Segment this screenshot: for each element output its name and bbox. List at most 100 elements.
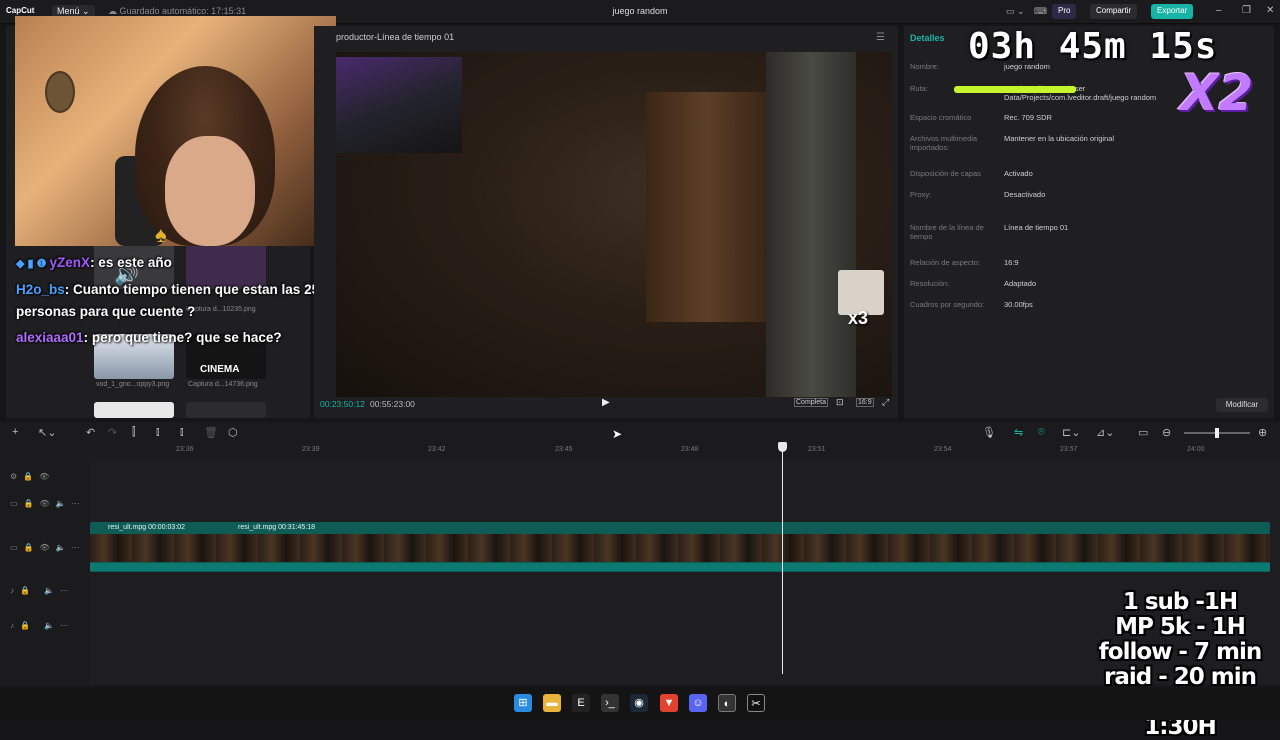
steam-icon[interactable]: ◉ <box>630 694 648 712</box>
current-timecode: 00:23:50:12 <box>320 399 365 409</box>
pineapple-icon: ♠ <box>155 222 167 247</box>
add-icon[interactable]: + <box>12 426 18 438</box>
chat-user: H2o_bs <box>16 282 65 297</box>
layout-icon[interactable]: ▭ ⌄ <box>1006 6 1025 17</box>
goal-line: 1 sub -1H <box>1122 589 1238 615</box>
detail-value: Mantener en la ubicación original <box>1004 134 1115 143</box>
quality-select[interactable]: Completa <box>794 398 828 407</box>
detail-value: Desactivado <box>1004 190 1046 199</box>
zoom-out-icon[interactable]: ⊖ <box>1162 426 1171 439</box>
epic-games-icon[interactable]: E <box>572 694 590 712</box>
terminal-icon[interactable]: ›_ <box>601 694 619 712</box>
keyboard-icon[interactable]: ⌨ <box>1034 6 1047 17</box>
pro-button[interactable]: Pro <box>1052 4 1077 19</box>
windows-start-icon[interactable]: ⊞ <box>514 694 532 712</box>
brave-icon[interactable]: ▼ <box>660 694 678 712</box>
ruler-tick: 23:51 <box>808 446 826 453</box>
detail-value: Línea de tiempo 01 <box>1004 223 1069 232</box>
badge-icons: ◆ ▮ ❶ <box>16 258 50 270</box>
detail-label: Resolución: <box>910 279 950 288</box>
clip-label: resi_ult.mpg 00:31:45:18 <box>238 524 316 531</box>
pro-label: Pro <box>1058 6 1071 15</box>
ruler-tick: 24:00 <box>1187 446 1205 453</box>
share-button[interactable]: Compartir <box>1090 4 1138 19</box>
detail-label: Nombre de la línea de tiempo <box>910 223 984 241</box>
caption-icon[interactable]: ▭ <box>1138 426 1148 439</box>
mouse-cursor-icon: ➤ <box>612 427 623 441</box>
obs-icon[interactable]: ◐ <box>718 694 736 712</box>
detail-label: Disposición de capas <box>910 169 981 178</box>
chat-message: alexiaaa01: pero que tiene? que se hace? <box>16 327 334 349</box>
magnet-icon[interactable]: ⌾ <box>1038 426 1045 439</box>
ruler-tick: 23:42 <box>428 446 446 453</box>
track-controls[interactable]: ♪🔒 🔈⋯ <box>10 586 74 595</box>
pineapple-decor <box>45 71 75 113</box>
ruler-tick: 23:39 <box>302 446 320 453</box>
webcam-overlay <box>15 16 336 246</box>
redo-icon[interactable]: ↷ <box>108 426 117 439</box>
track-controls[interactable]: ♪🔒 🔈⋯ <box>10 621 74 630</box>
split-left-icon[interactable]: ⫾ <box>156 426 160 439</box>
media-thumb[interactable] <box>94 402 174 418</box>
detail-value: 16:9 <box>1004 258 1019 267</box>
ruler-tick: 23:45 <box>555 446 573 453</box>
detail-value: 30.00fps <box>1004 300 1033 309</box>
discord-icon[interactable]: ☺ <box>689 694 707 712</box>
share-label: Compartir <box>1096 6 1132 15</box>
green-highlight <box>954 86 1076 93</box>
chat-message: ◆ ▮ ❶ yZenX: es este año <box>16 252 334 275</box>
marker-icon[interactable]: ⬡ <box>228 426 238 439</box>
export-label: Exportar <box>1157 6 1188 15</box>
preview-axis-icon[interactable]: ⊿⌄ <box>1096 426 1114 439</box>
video-pillar <box>766 52 856 397</box>
undo-icon[interactable]: ↶ <box>86 426 95 439</box>
close-icon[interactable]: ✕ <box>1266 5 1274 16</box>
split-icon[interactable]: ⫿ <box>132 426 136 439</box>
chat-message: H2o_bs: Cuanto tiempo tienen que estan l… <box>16 279 334 323</box>
restore-icon[interactable]: ❐ <box>1242 5 1251 16</box>
fullscreen-icon[interactable]: ⤢ <box>882 397 889 408</box>
track-controls[interactable]: ▭🔒👁🔈⋯ <box>10 543 86 552</box>
player-panel: productor-Línea de tiempo 01 ☰ x3 00:23:… <box>314 26 898 418</box>
chat-text: : es este año <box>90 255 172 270</box>
media-thumb[interactable] <box>186 402 266 418</box>
tab-details[interactable]: Detalles <box>910 33 945 43</box>
track-controls[interactable]: ⚙🔒👁 <box>10 472 55 481</box>
video-preview[interactable]: x3 <box>336 52 892 397</box>
capcut-icon[interactable]: ✂ <box>747 694 765 712</box>
playhead-handle[interactable] <box>778 442 787 452</box>
link-icon[interactable]: ⇋ <box>1014 426 1023 439</box>
minimize-icon[interactable]: – <box>1216 5 1222 16</box>
playhead[interactable] <box>782 442 783 674</box>
ratio-select[interactable]: 16:9 <box>856 398 874 407</box>
file-explorer-icon[interactable]: ▬ <box>543 694 561 712</box>
split-right-icon[interactable]: ⫾ <box>180 426 184 439</box>
track-controls[interactable]: ▭🔒👁🔈⋯ <box>10 499 86 508</box>
detail-label: Cuadros por segundo: <box>910 300 985 309</box>
detail-label: Proxy: <box>910 190 932 199</box>
mic-icon[interactable]: 🎙 <box>982 426 996 439</box>
clip-label: resi_ult.mpg 00:00:03:02 <box>108 524 186 531</box>
x3-label: x3 <box>848 308 869 328</box>
screenshot-icon[interactable]: ⊡ <box>836 397 844 408</box>
clip-filmstrip[interactable] <box>90 534 1270 562</box>
zoom-slider-handle[interactable] <box>1215 428 1219 438</box>
chat-text: : pero que tiene? que se hace? <box>83 330 282 345</box>
play-icon[interactable]: ▶ <box>602 397 610 408</box>
export-button[interactable]: Exportar <box>1151 4 1194 19</box>
timeline-toolbar <box>0 422 1280 444</box>
stream-timer: 03h 45m 15s <box>968 26 1218 67</box>
video-door <box>646 92 766 322</box>
pip-webcam <box>336 57 462 153</box>
delete-icon[interactable]: 🗑 <box>204 426 218 439</box>
snap-icon[interactable]: ⊏⌄ <box>1062 426 1080 439</box>
select-tool-icon[interactable]: ↖⌄ <box>38 426 56 439</box>
detail-label: Archivos multimedia importados: <box>910 134 978 152</box>
chat-user: yZenX <box>49 255 91 270</box>
modify-button[interactable]: Modificar <box>1216 398 1268 412</box>
ruler-tick: 23:48 <box>681 446 699 453</box>
player-menu-icon[interactable]: ☰ <box>876 32 885 43</box>
zoom-in-icon[interactable]: ⊕ <box>1258 426 1267 439</box>
goal-line: MP 5k - 1H <box>1115 614 1246 640</box>
detail-value: Activado <box>1004 169 1033 178</box>
